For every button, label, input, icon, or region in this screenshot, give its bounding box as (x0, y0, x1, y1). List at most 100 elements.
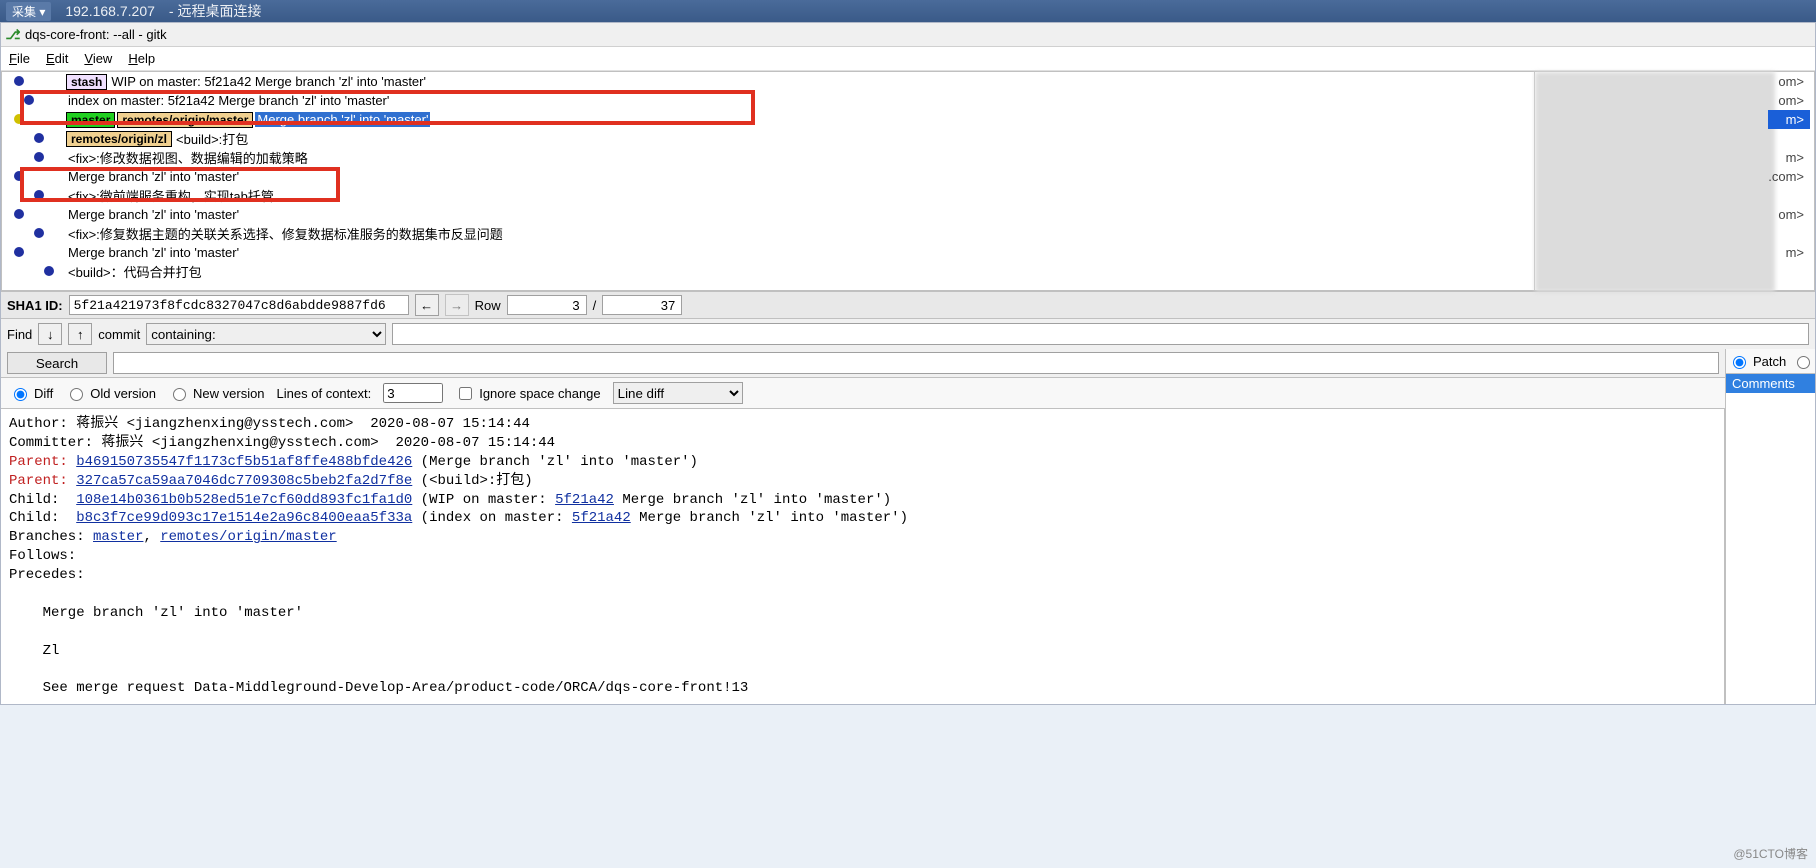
row-current: 3 (507, 295, 587, 315)
find-next-button[interactable]: ↓ (38, 323, 62, 345)
author-row (1768, 129, 1810, 148)
commit-row[interactable]: <fix>:微前端服务重构，实现tab托管 (2, 186, 1534, 205)
find-containing-select[interactable]: containing: (146, 323, 386, 345)
lines-of-context-label: Lines of context: (277, 386, 372, 401)
remote-title: - 远程桌面连接 (169, 1, 262, 21)
tree-radio[interactable]: T (1792, 353, 1816, 369)
window-title: dqs-core-front: --all - gitk (25, 27, 167, 42)
commit-row[interactable]: <fix>:修改数据视图、数据编辑的加载策略 (2, 148, 1534, 167)
find-bar: Find ↓ ↑ commit containing: (1, 319, 1815, 349)
parent-label: Parent: (9, 454, 76, 470)
parent2-link[interactable]: 327ca57ca59aa7046dc7709308c5beb2fa2d7f8e (76, 473, 412, 489)
diff-radio[interactable]: Diff (9, 385, 53, 401)
commit-msg: <build>:打包 (174, 129, 250, 148)
author-row (1768, 224, 1810, 243)
remote-desktop-title-bar: 采集 ▾ 192.168.7.207 - 远程桌面连接 (0, 0, 1816, 22)
search-input[interactable] (113, 352, 1719, 374)
find-label: Find (7, 327, 32, 342)
commit-detail-pane[interactable]: Author: 蒋振兴 <jiangzhenxing@ysstech.com> … (1, 409, 1725, 704)
menu-help[interactable]: Help (128, 51, 155, 66)
child1-link[interactable]: 108e14b0361b0b528ed51e7cf60dd893fc1fa1d0 (76, 492, 412, 508)
ref-remote-zl: remotes/origin/zl (66, 131, 172, 147)
gitk-window: ⎇ dqs-core-front: --all - gitk File Edit… (0, 22, 1816, 705)
sha-input[interactable] (69, 295, 409, 315)
diff-options-bar: Diff Old version New version Lines of co… (1, 378, 1725, 409)
patch-radio[interactable]: Patch (1728, 353, 1786, 369)
follows-label: Follows: (9, 548, 76, 564)
commit-msg: <fix>:微前端服务重构，实现tab托管 (66, 186, 276, 205)
author-row (1768, 186, 1810, 205)
child1-short-link[interactable]: 5f21a42 (555, 492, 614, 508)
child-label: Child: (9, 492, 76, 508)
new-version-radio[interactable]: New version (168, 385, 265, 401)
sha-bar: SHA1 ID: ← → Row 3 / 37 (1, 291, 1815, 319)
commit-row[interactable]: <build>：代码合并打包 (2, 262, 1534, 281)
menu-edit[interactable]: Edit (46, 51, 68, 66)
commit-row[interactable]: <fix>:修复数据主题的关联关系选择、修复数据标准服务的数据集市反显问题 (2, 224, 1534, 243)
author-row: m> (1768, 243, 1810, 262)
author-row: om> (1768, 72, 1810, 91)
nav-back-button[interactable]: ← (415, 294, 439, 316)
author-row-selected: m> (1768, 110, 1810, 129)
author-row: .com> (1768, 167, 1810, 186)
ref-stash: stash (66, 74, 107, 90)
ref-master: master (66, 112, 115, 128)
merge-body: Zl (9, 643, 59, 659)
commit-row[interactable]: Merge branch 'zl' into 'master' (2, 205, 1534, 224)
remote-ip: 192.168.7.207 (65, 3, 155, 19)
commit-row-selected[interactable]: master remotes/origin/master Merge branc… (2, 110, 1534, 129)
author-row: om> (1768, 91, 1810, 110)
find-mode: commit (98, 327, 140, 342)
find-input[interactable] (392, 323, 1809, 345)
commit-graph-pane[interactable]: stash WIP on master: 5f21a42 Merge branc… (1, 71, 1535, 291)
file-list-side: Patch T Comments (1725, 349, 1815, 704)
child2-short-link[interactable]: 5f21a42 (572, 510, 631, 526)
lines-of-context-spinner[interactable] (383, 383, 443, 403)
branch-remote-link[interactable]: remotes/origin/master (160, 529, 336, 545)
nav-forward-button[interactable]: → (445, 294, 469, 316)
commit-msg: index on master: 5f21a42 Merge branch 'z… (66, 93, 391, 108)
branch-master-link[interactable]: master (93, 529, 143, 545)
author-row: m> (1768, 148, 1810, 167)
commit-row[interactable]: stash WIP on master: 5f21a42 Merge branc… (2, 72, 1534, 91)
author-date-pane[interactable]: om> om> m> m> .com> om> m> (1535, 71, 1815, 291)
parent1-link[interactable]: b469150735547f1173cf5b51af8ffe488bfde426 (76, 454, 412, 470)
sha-label: SHA1 ID: (7, 298, 63, 313)
window-title-bar[interactable]: ⎇ dqs-core-front: --all - gitk (1, 23, 1815, 47)
child-label: Child: (9, 510, 76, 526)
author-row: om> (1768, 205, 1810, 224)
commit-msg: Merge branch 'zl' into 'master' (66, 207, 241, 222)
menu-view[interactable]: View (84, 51, 112, 66)
menu-file[interactable]: File (9, 51, 30, 66)
commit-msg: <fix>:修复数据主题的关联关系选择、修复数据标准服务的数据集市反显问题 (66, 224, 505, 243)
commit-msg: <fix>:修改数据视图、数据编辑的加载策略 (66, 148, 310, 167)
commit-row[interactable]: Merge branch 'zl' into 'master' (2, 243, 1534, 262)
commit-msg: Merge branch 'zl' into 'master' (255, 112, 430, 127)
committer-line: Committer: 蒋振兴 <jiangzhenxing@ysstech.co… (9, 435, 555, 451)
merge-message: Merge branch 'zl' into 'master' (9, 605, 303, 621)
search-button[interactable]: Search (7, 352, 107, 374)
commit-row[interactable]: index on master: 5f21a42 Merge branch 'z… (2, 91, 1534, 110)
comments-item[interactable]: Comments (1726, 374, 1815, 393)
commit-msg: WIP on master: 5f21a42 Merge branch 'zl'… (109, 74, 428, 89)
merge-request-line: See merge request Data-Middleground-Deve… (9, 680, 748, 696)
gitk-icon: ⎇ (5, 27, 21, 43)
find-prev-button[interactable]: ↑ (68, 323, 92, 345)
ignore-space-checkbox[interactable]: Ignore space change (455, 384, 600, 403)
parent-label: Parent: (9, 473, 76, 489)
old-version-radio[interactable]: Old version (65, 385, 156, 401)
commit-msg: <build>：代码合并打包 (66, 262, 204, 281)
row-total: 37 (602, 295, 682, 315)
row-label: Row (475, 298, 501, 313)
ref-remote-master: remotes/origin/master (117, 112, 253, 128)
row-sep: / (593, 298, 597, 313)
menu-bar: File Edit View Help (1, 47, 1815, 71)
line-diff-select[interactable]: Line diff (613, 382, 743, 404)
commit-msg: Merge branch 'zl' into 'master' (66, 169, 241, 184)
commit-row[interactable]: Merge branch 'zl' into 'master' (2, 167, 1534, 186)
commit-msg: Merge branch 'zl' into 'master' (66, 245, 241, 260)
capture-dropdown[interactable]: 采集 ▾ (6, 2, 51, 21)
commit-row[interactable]: remotes/origin/zl <build>:打包 (2, 129, 1534, 148)
watermark: @51CTO博客 (1733, 845, 1808, 862)
child2-link[interactable]: b8c3f7ce99d093c17e1514e2a96c8400eaa5f33a (76, 510, 412, 526)
